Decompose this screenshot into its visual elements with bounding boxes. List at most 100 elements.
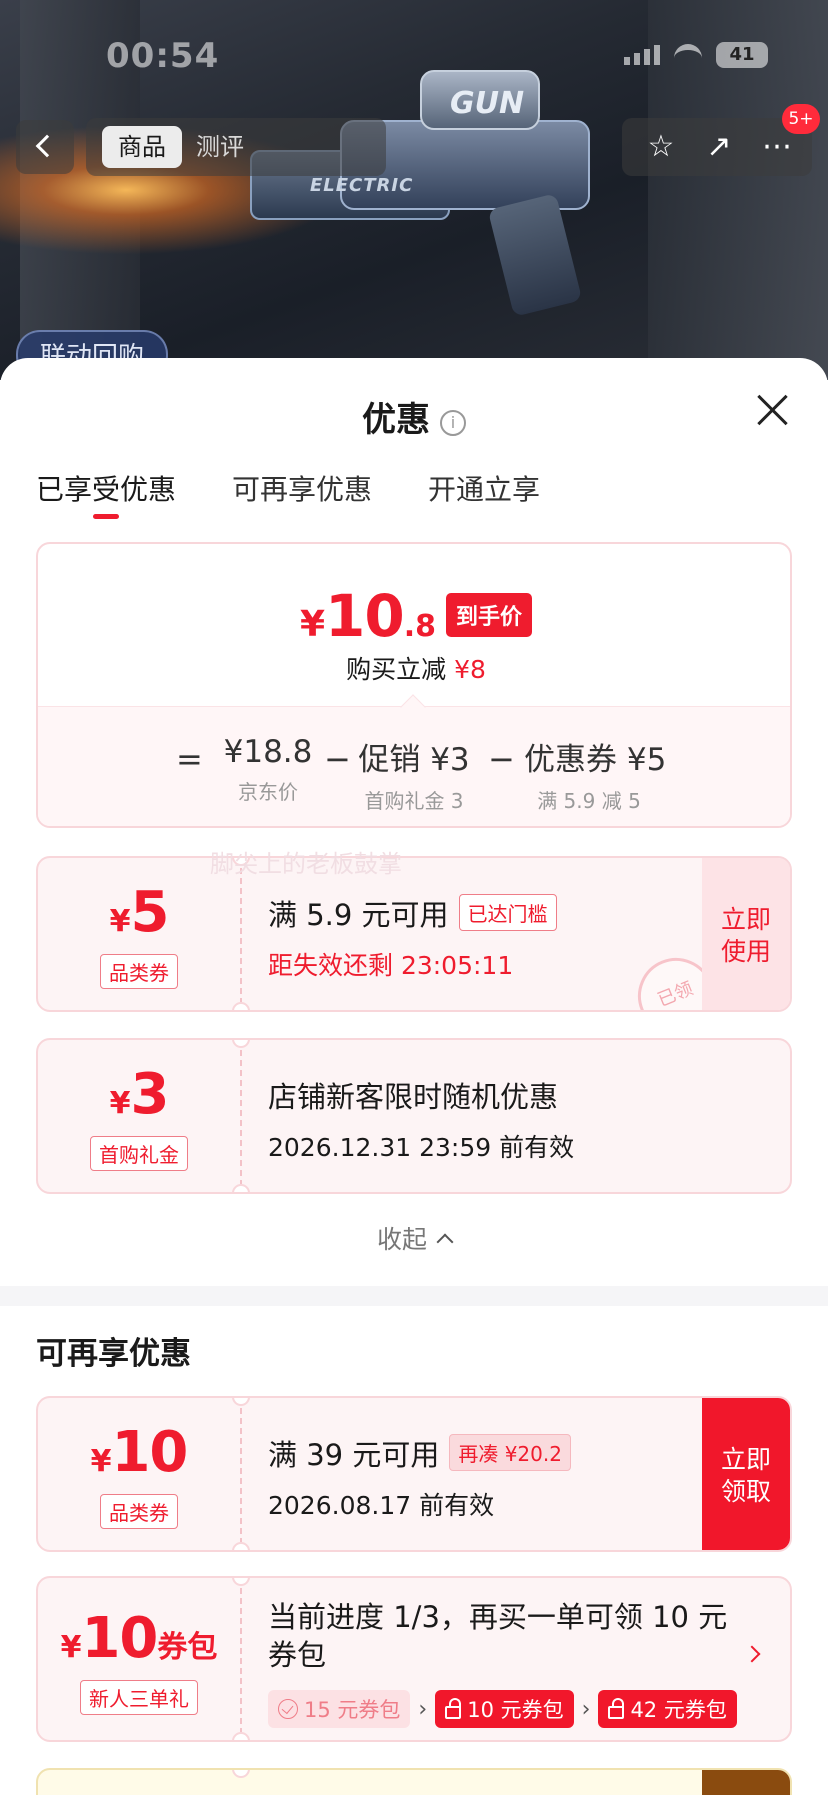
- more-icon[interactable]: ⋯: [760, 130, 794, 164]
- price-breakdown: = ¥18.8 京东价 − 促销 ¥3 首购礼金 3 − 优惠券 ¥5 满 5.…: [38, 730, 790, 820]
- coupon-kind: 首购礼金: [38, 1136, 240, 1171]
- step-label: 42 元券包: [630, 1698, 727, 1722]
- coupon-partial: [36, 1768, 792, 1795]
- step-locked: 42 元券包: [598, 1690, 737, 1728]
- package-steps: 15 元券包 › 10 元券包 › 42 元券包: [268, 1690, 737, 1728]
- coupon-value: 5: [130, 880, 169, 945]
- coupon-divider: [240, 1408, 242, 1544]
- coupon-kind-label: 首购礼金: [90, 1136, 188, 1171]
- equals-sign: =: [176, 740, 203, 778]
- discount-sheet: 优惠 i 已享受优惠 可再享优惠 开通立享 ¥10.8 到手价 购买立减 ¥8 = …: [0, 358, 828, 1795]
- sheet-title-text: 优惠: [362, 400, 430, 440]
- coupon-value: 10: [81, 1606, 158, 1671]
- final-price: ¥10.8 到手价: [38, 582, 790, 650]
- check-circle-icon: [278, 1699, 298, 1719]
- chevron-right-icon[interactable]: [743, 1645, 761, 1663]
- coupon-kind-label: 品类券: [100, 954, 178, 989]
- tab-open[interactable]: 开通立享: [428, 468, 540, 508]
- gun-grip: [487, 193, 583, 317]
- remaining-badge: 再凑 ¥20.2: [449, 1434, 571, 1471]
- coupon-amount: ¥3: [38, 1062, 240, 1127]
- chevron-left-icon: [35, 134, 59, 158]
- coupon-first-purchase-3: ¥3 首购礼金 店铺新客限时随机优惠 2026.12.31 23:59 前有效: [36, 1038, 792, 1194]
- breakdown-coupon: 优惠券 ¥5 满 5.9 减 5: [524, 734, 667, 814]
- top-nav: 商品 测评 ☆ ↗ ⋯ 5+: [0, 104, 828, 178]
- tab-review[interactable]: 测评: [196, 126, 244, 168]
- save-label: 购买立减: [346, 655, 447, 684]
- collapse-label: 收起: [376, 1225, 427, 1254]
- section-divider: [0, 1286, 828, 1306]
- star-icon[interactable]: ☆: [644, 130, 678, 164]
- coupon-currency: ¥: [109, 904, 131, 939]
- coupon-kind: 品类券: [38, 1494, 240, 1529]
- coupon-category-10: ¥10 品类券 满 39 元可用 再凑 ¥20.2 2026.08.17 前有效 …: [36, 1396, 792, 1552]
- lock-icon: [608, 1697, 625, 1719]
- step-locked: 10 元券包: [435, 1690, 574, 1728]
- minus-sign: −: [488, 740, 515, 778]
- nav-actions: ☆ ↗ ⋯ 5+: [622, 104, 820, 176]
- coupon-title-text: 满 39 元可用: [268, 1438, 440, 1472]
- more-discounts-title: 可再享优惠: [36, 1336, 191, 1372]
- coupon-title: 满 39 元可用 再凑 ¥20.2: [268, 1432, 571, 1474]
- coupon-notch: [232, 1732, 250, 1740]
- tab-enjoyed[interactable]: 已享受优惠: [36, 468, 176, 508]
- coupon-notch: [232, 1398, 250, 1406]
- price-integer: 10: [325, 582, 405, 650]
- coupon-amount: ¥5: [38, 880, 240, 945]
- coupon-expiry: 2026.12.31 23:59 前有效: [268, 1133, 575, 1162]
- minus-sign: −: [324, 740, 351, 778]
- coupon-notch: [232, 1542, 250, 1550]
- coupon-kind-label: 新人三单礼: [80, 1680, 198, 1715]
- final-price-tag: 到手价: [446, 593, 533, 637]
- coupon-amount: ¥10: [38, 1420, 240, 1485]
- coupon-amount: ¥10券包: [38, 1606, 240, 1671]
- collapse-button[interactable]: 收起: [0, 1220, 828, 1256]
- save-amount: ¥8: [454, 655, 486, 684]
- gun-label-text: ELECTRIC: [310, 175, 414, 196]
- close-icon[interactable]: [754, 392, 790, 428]
- step-label: 10 元券包: [467, 1698, 564, 1722]
- breakdown-value: 优惠券 ¥5: [524, 742, 667, 778]
- breakdown-sub: 京东价: [238, 780, 298, 804]
- sheet-title: 优惠 i: [0, 392, 828, 441]
- coupon-currency: ¥: [60, 1630, 82, 1665]
- breakdown-value: 促销 ¥3: [358, 742, 470, 778]
- save-line: 购买立减 ¥8: [38, 650, 790, 686]
- claim-now-button[interactable]: 立即 领取: [702, 1398, 790, 1550]
- back-button[interactable]: [16, 120, 74, 174]
- nav-tabs: 商品 测评: [86, 118, 386, 176]
- wifi-icon: [674, 44, 702, 66]
- partial-action[interactable]: [702, 1770, 790, 1795]
- message-badge: 5+: [782, 104, 820, 134]
- coupon-divider: [240, 1588, 242, 1734]
- coupon-notch: [232, 1770, 250, 1778]
- coupon-title: 满 5.9 元可用 已达门槛: [268, 892, 557, 934]
- package-progress-text: 当前进度 1/3，再买一单可领 10 元券包: [268, 1600, 728, 1672]
- price-summary-card: ¥10.8 到手价 购买立减 ¥8 = ¥18.8 京东价 − 促销 ¥3 首购礼…: [36, 542, 792, 828]
- coupon-notch: [232, 1040, 250, 1048]
- share-icon[interactable]: ↗: [702, 130, 736, 164]
- price-decimal: .8: [403, 609, 437, 644]
- price-currency: ¥: [299, 604, 326, 645]
- breakdown-jd-price: ¥18.8 京东价: [218, 734, 318, 805]
- tab-more[interactable]: 可再享优惠: [232, 468, 372, 508]
- chevron-up-icon: [436, 1233, 454, 1251]
- breakdown-sub: 首购礼金 3: [364, 789, 464, 813]
- coupon-title-text: 店铺新客限时随机优惠: [268, 1080, 559, 1114]
- info-icon[interactable]: i: [440, 410, 466, 436]
- watermark-text: 脚尖上的老板鼓掌: [210, 850, 402, 878]
- use-now-button[interactable]: 立即 使用: [702, 858, 790, 1010]
- tab-product[interactable]: 商品: [102, 126, 182, 168]
- coupon-notch: [232, 1578, 250, 1586]
- lock-icon: [445, 1697, 462, 1719]
- new-user-package[interactable]: ¥10券包 新人三单礼 当前进度 1/3，再买一单可领 10 元券包 15 元券…: [36, 1576, 792, 1742]
- breakdown-sub: 满 5.9 减 5: [537, 789, 641, 813]
- tab-indicator: [93, 514, 119, 519]
- coupon-countdown: 距失效还剩 23:05:11: [268, 951, 514, 980]
- breakdown-value: ¥18.8: [223, 734, 313, 770]
- coupon-title: 店铺新客限时随机优惠: [268, 1074, 558, 1116]
- step-arrow: ›: [581, 1696, 591, 1722]
- signal-icon: [624, 45, 660, 65]
- status-time: 00:54: [106, 36, 220, 76]
- coupon-kind-label: 品类券: [100, 1494, 178, 1529]
